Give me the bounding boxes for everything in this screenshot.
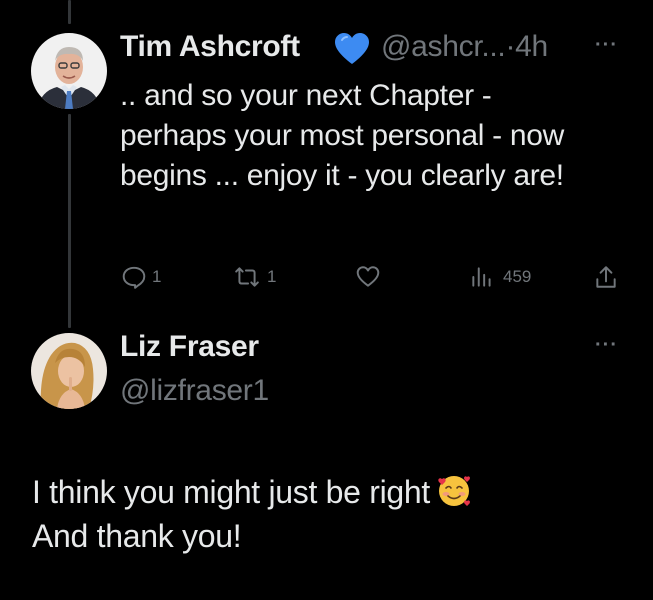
author-handle[interactable]: @lizfraser1 bbox=[120, 374, 269, 408]
thread-line-top bbox=[68, 0, 71, 24]
blue-heart-icon bbox=[334, 32, 370, 71]
avatar[interactable] bbox=[31, 333, 107, 409]
retweet-button[interactable]: 1 bbox=[231, 264, 276, 290]
avatar[interactable] bbox=[31, 33, 107, 109]
retweet-count: 1 bbox=[267, 267, 277, 286]
views-count: 459 bbox=[503, 267, 532, 286]
tweet-text: .. and so your next Chapter - perhaps yo… bbox=[120, 79, 564, 192]
heart-icon bbox=[354, 264, 382, 290]
more-icon[interactable]: ··· bbox=[595, 334, 618, 357]
retweet-icon bbox=[231, 264, 263, 290]
author-name[interactable]: Tim Ashcroft bbox=[120, 30, 300, 64]
views-button[interactable]: 459 bbox=[469, 264, 531, 290]
reply-line-1: I think you might just be right bbox=[32, 470, 622, 514]
author-name[interactable]: Liz Fraser bbox=[120, 330, 259, 364]
author-handle-time[interactable]: @ashcr...·4h bbox=[381, 30, 548, 64]
reply-button[interactable]: 1 bbox=[120, 264, 161, 290]
thread-line-bottom bbox=[68, 114, 71, 328]
share-button[interactable] bbox=[593, 264, 619, 290]
reply-line-2: And thank you! bbox=[32, 518, 242, 554]
smiling-face-with-hearts-icon bbox=[436, 473, 472, 509]
like-button[interactable] bbox=[354, 264, 382, 290]
more-icon[interactable]: ··· bbox=[595, 34, 618, 57]
reply-icon bbox=[120, 264, 148, 290]
reply-text: I think you might just be right And than… bbox=[32, 470, 622, 558]
views-icon bbox=[469, 264, 495, 290]
reply-count: 1 bbox=[152, 267, 162, 286]
share-icon bbox=[593, 264, 619, 290]
